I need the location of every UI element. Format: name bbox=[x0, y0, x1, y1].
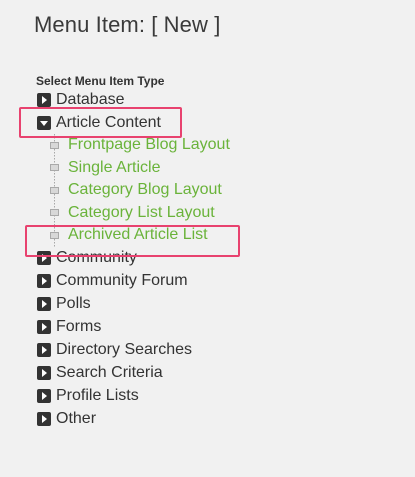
tree-item-label: Directory Searches bbox=[56, 341, 193, 358]
tree-item-database[interactable]: Database bbox=[37, 88, 397, 111]
expand-icon[interactable] bbox=[37, 320, 51, 334]
node-bullet-icon bbox=[50, 141, 59, 149]
tree-item-other[interactable]: Other bbox=[37, 408, 397, 431]
tree-item-community[interactable]: Community bbox=[37, 247, 397, 270]
tree-item-polls[interactable]: Polls bbox=[37, 293, 397, 316]
node-bullet-icon bbox=[50, 231, 59, 239]
page-title: Menu Item: [ New ] bbox=[34, 12, 221, 37]
tree-subitem-category-blog-layout[interactable]: Category Blog Layout bbox=[50, 179, 397, 202]
tree-subitem-label: Archived Article List bbox=[68, 226, 208, 244]
expand-icon[interactable] bbox=[37, 297, 51, 311]
tree-item-article-content[interactable]: Article Content bbox=[37, 111, 397, 134]
tree-item-label: Database bbox=[56, 90, 125, 108]
tree-subitem-category-list-layout[interactable]: Category List Layout bbox=[50, 202, 397, 225]
tree-subitem-label: Frontpage Blog Layout bbox=[68, 136, 230, 154]
expand-icon[interactable] bbox=[37, 343, 51, 357]
tree-subitem-label: Single Article bbox=[68, 158, 161, 176]
expand-icon[interactable] bbox=[37, 92, 51, 107]
tree-item-label: Polls bbox=[56, 295, 91, 312]
section-label: Select Menu Item Type bbox=[36, 74, 165, 88]
expand-icon[interactable] bbox=[37, 274, 51, 288]
tree-subitem-archived-article-list[interactable]: Archived Article List bbox=[50, 224, 397, 247]
tree-item-forms[interactable]: Forms bbox=[37, 316, 397, 339]
tree-item-label: Profile Lists bbox=[56, 387, 139, 404]
node-bullet-icon bbox=[50, 209, 59, 217]
tree-subitem-single-article[interactable]: Single Article bbox=[50, 157, 397, 180]
tree-item-label: Forms bbox=[56, 318, 102, 335]
menu-type-tree: Database Article Content Frontpage Blog … bbox=[37, 88, 397, 431]
tree-item-directory-searches[interactable]: Directory Searches bbox=[37, 339, 397, 362]
tree-subitem-frontpage-blog-layout[interactable]: Frontpage Blog Layout bbox=[50, 134, 397, 157]
tree-item-label: Article Content bbox=[56, 113, 161, 131]
node-bullet-icon bbox=[50, 164, 59, 172]
tree-item-community-forum[interactable]: Community Forum bbox=[37, 270, 397, 293]
tree-item-label: Community Forum bbox=[56, 272, 188, 289]
tree-subitem-label: Category Blog Layout bbox=[68, 181, 222, 199]
tree-item-label: Other bbox=[56, 410, 97, 427]
tree-subitem-label: Category List Layout bbox=[68, 203, 215, 221]
tree-item-profile-lists[interactable]: Profile Lists bbox=[37, 385, 397, 408]
expand-icon[interactable] bbox=[37, 389, 51, 403]
expand-icon[interactable] bbox=[37, 366, 51, 380]
tree-item-label: Community bbox=[56, 249, 137, 266]
expand-icon[interactable] bbox=[37, 412, 51, 426]
tree-item-label: Search Criteria bbox=[56, 364, 163, 381]
node-bullet-icon bbox=[50, 186, 59, 194]
expand-icon[interactable] bbox=[37, 251, 51, 265]
article-content-children: Frontpage Blog Layout Single Article Cat… bbox=[50, 134, 397, 247]
collapse-icon[interactable] bbox=[37, 115, 51, 130]
tree-item-search-criteria[interactable]: Search Criteria bbox=[37, 362, 397, 385]
